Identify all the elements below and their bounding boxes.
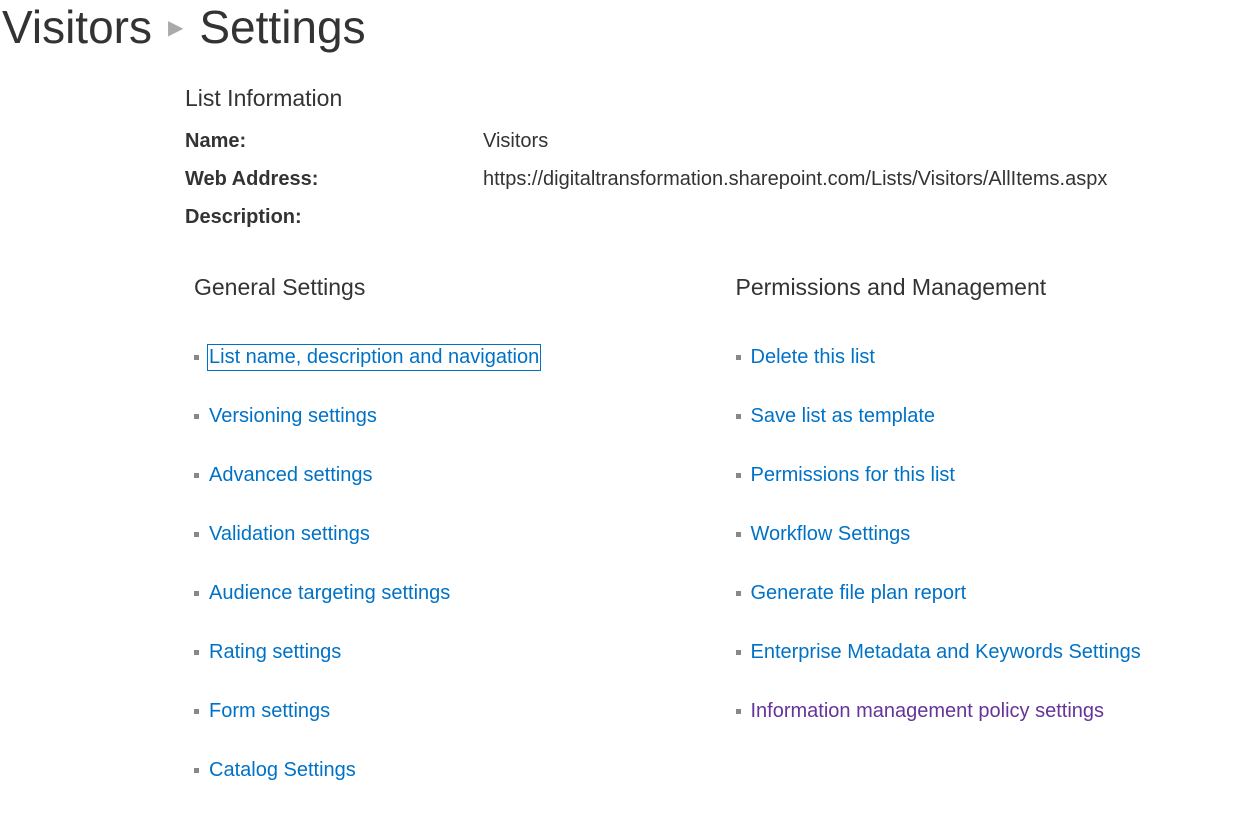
link-generate-file-plan-report[interactable]: Generate file plan report bbox=[751, 582, 967, 605]
bullet-icon bbox=[194, 414, 199, 419]
link-list-name-description-navigation[interactable]: List name, description and navigation bbox=[209, 346, 539, 369]
list-item: Workflow Settings bbox=[727, 523, 1229, 546]
link-catalog-settings[interactable]: Catalog Settings bbox=[209, 759, 356, 782]
bullet-icon bbox=[194, 650, 199, 655]
bullet-icon bbox=[736, 709, 741, 714]
bullet-icon bbox=[194, 709, 199, 714]
list-item: Validation settings bbox=[185, 523, 687, 546]
list-item: Generate file plan report bbox=[727, 582, 1229, 605]
bullet-icon bbox=[736, 650, 741, 655]
info-value-name: Visitors bbox=[483, 124, 548, 158]
link-save-list-as-template[interactable]: Save list as template bbox=[751, 405, 936, 428]
breadcrumb-parent-link[interactable]: Visitors bbox=[2, 0, 152, 55]
permissions-management-heading: Permissions and Management bbox=[727, 274, 1229, 301]
bullet-icon bbox=[194, 591, 199, 596]
chevron-right-icon: ▶ bbox=[168, 18, 183, 38]
list-info-table: Name: Visitors Web Address: https://digi… bbox=[185, 124, 1228, 234]
list-item: Versioning settings bbox=[185, 405, 687, 428]
general-settings-links: List name, description and navigation Ve… bbox=[185, 346, 687, 782]
general-settings-column: General Settings List name, description … bbox=[185, 274, 687, 818]
link-enterprise-metadata-keywords-settings[interactable]: Enterprise Metadata and Keywords Setting… bbox=[751, 641, 1141, 664]
link-delete-this-list[interactable]: Delete this list bbox=[751, 346, 876, 369]
list-item: Permissions for this list bbox=[727, 464, 1229, 487]
link-validation-settings[interactable]: Validation settings bbox=[209, 523, 370, 546]
info-label-web-address: Web Address: bbox=[185, 162, 483, 196]
permissions-management-column: Permissions and Management Delete this l… bbox=[727, 274, 1229, 818]
page-header: Visitors ▶ Settings bbox=[0, 0, 1248, 55]
bullet-icon bbox=[194, 473, 199, 478]
info-row-name: Name: Visitors bbox=[185, 124, 1228, 158]
list-item: Audience targeting settings bbox=[185, 582, 687, 605]
bullet-icon bbox=[736, 532, 741, 537]
bullet-icon bbox=[736, 355, 741, 360]
link-information-management-policy-settings[interactable]: Information management policy settings bbox=[751, 700, 1105, 723]
list-item: Information management policy settings bbox=[727, 700, 1229, 723]
info-value-web-address: https://digitaltransformation.sharepoint… bbox=[483, 162, 1107, 196]
list-item: Enterprise Metadata and Keywords Setting… bbox=[727, 641, 1229, 664]
page-content: List Information Name: Visitors Web Addr… bbox=[0, 85, 1248, 818]
info-label-description: Description: bbox=[185, 200, 483, 234]
link-workflow-settings[interactable]: Workflow Settings bbox=[751, 523, 911, 546]
list-item: Rating settings bbox=[185, 641, 687, 664]
list-item: Advanced settings bbox=[185, 464, 687, 487]
bullet-icon bbox=[736, 473, 741, 478]
bullet-icon bbox=[194, 355, 199, 360]
link-versioning-settings[interactable]: Versioning settings bbox=[209, 405, 377, 428]
list-item: Save list as template bbox=[727, 405, 1229, 428]
permissions-management-links: Delete this list Save list as template P… bbox=[727, 346, 1229, 723]
breadcrumb: Visitors ▶ Settings bbox=[2, 0, 1248, 55]
bullet-icon bbox=[736, 591, 741, 596]
bullet-icon bbox=[194, 532, 199, 537]
info-row-description: Description: bbox=[185, 200, 1228, 234]
list-item: Form settings bbox=[185, 700, 687, 723]
list-item: List name, description and navigation bbox=[185, 346, 687, 369]
settings-columns: General Settings List name, description … bbox=[185, 274, 1228, 818]
link-permissions-for-this-list[interactable]: Permissions for this list bbox=[751, 464, 956, 487]
bullet-icon bbox=[736, 414, 741, 419]
link-advanced-settings[interactable]: Advanced settings bbox=[209, 464, 372, 487]
list-item: Catalog Settings bbox=[185, 759, 687, 782]
bullet-icon bbox=[194, 768, 199, 773]
link-rating-settings[interactable]: Rating settings bbox=[209, 641, 341, 664]
info-label-name: Name: bbox=[185, 124, 483, 158]
link-form-settings[interactable]: Form settings bbox=[209, 700, 330, 723]
link-audience-targeting-settings[interactable]: Audience targeting settings bbox=[209, 582, 450, 605]
list-info-heading: List Information bbox=[185, 85, 1228, 112]
general-settings-heading: General Settings bbox=[185, 274, 687, 301]
breadcrumb-current: Settings bbox=[199, 0, 365, 55]
info-row-web-address: Web Address: https://digitaltransformati… bbox=[185, 162, 1228, 196]
list-item: Delete this list bbox=[727, 346, 1229, 369]
